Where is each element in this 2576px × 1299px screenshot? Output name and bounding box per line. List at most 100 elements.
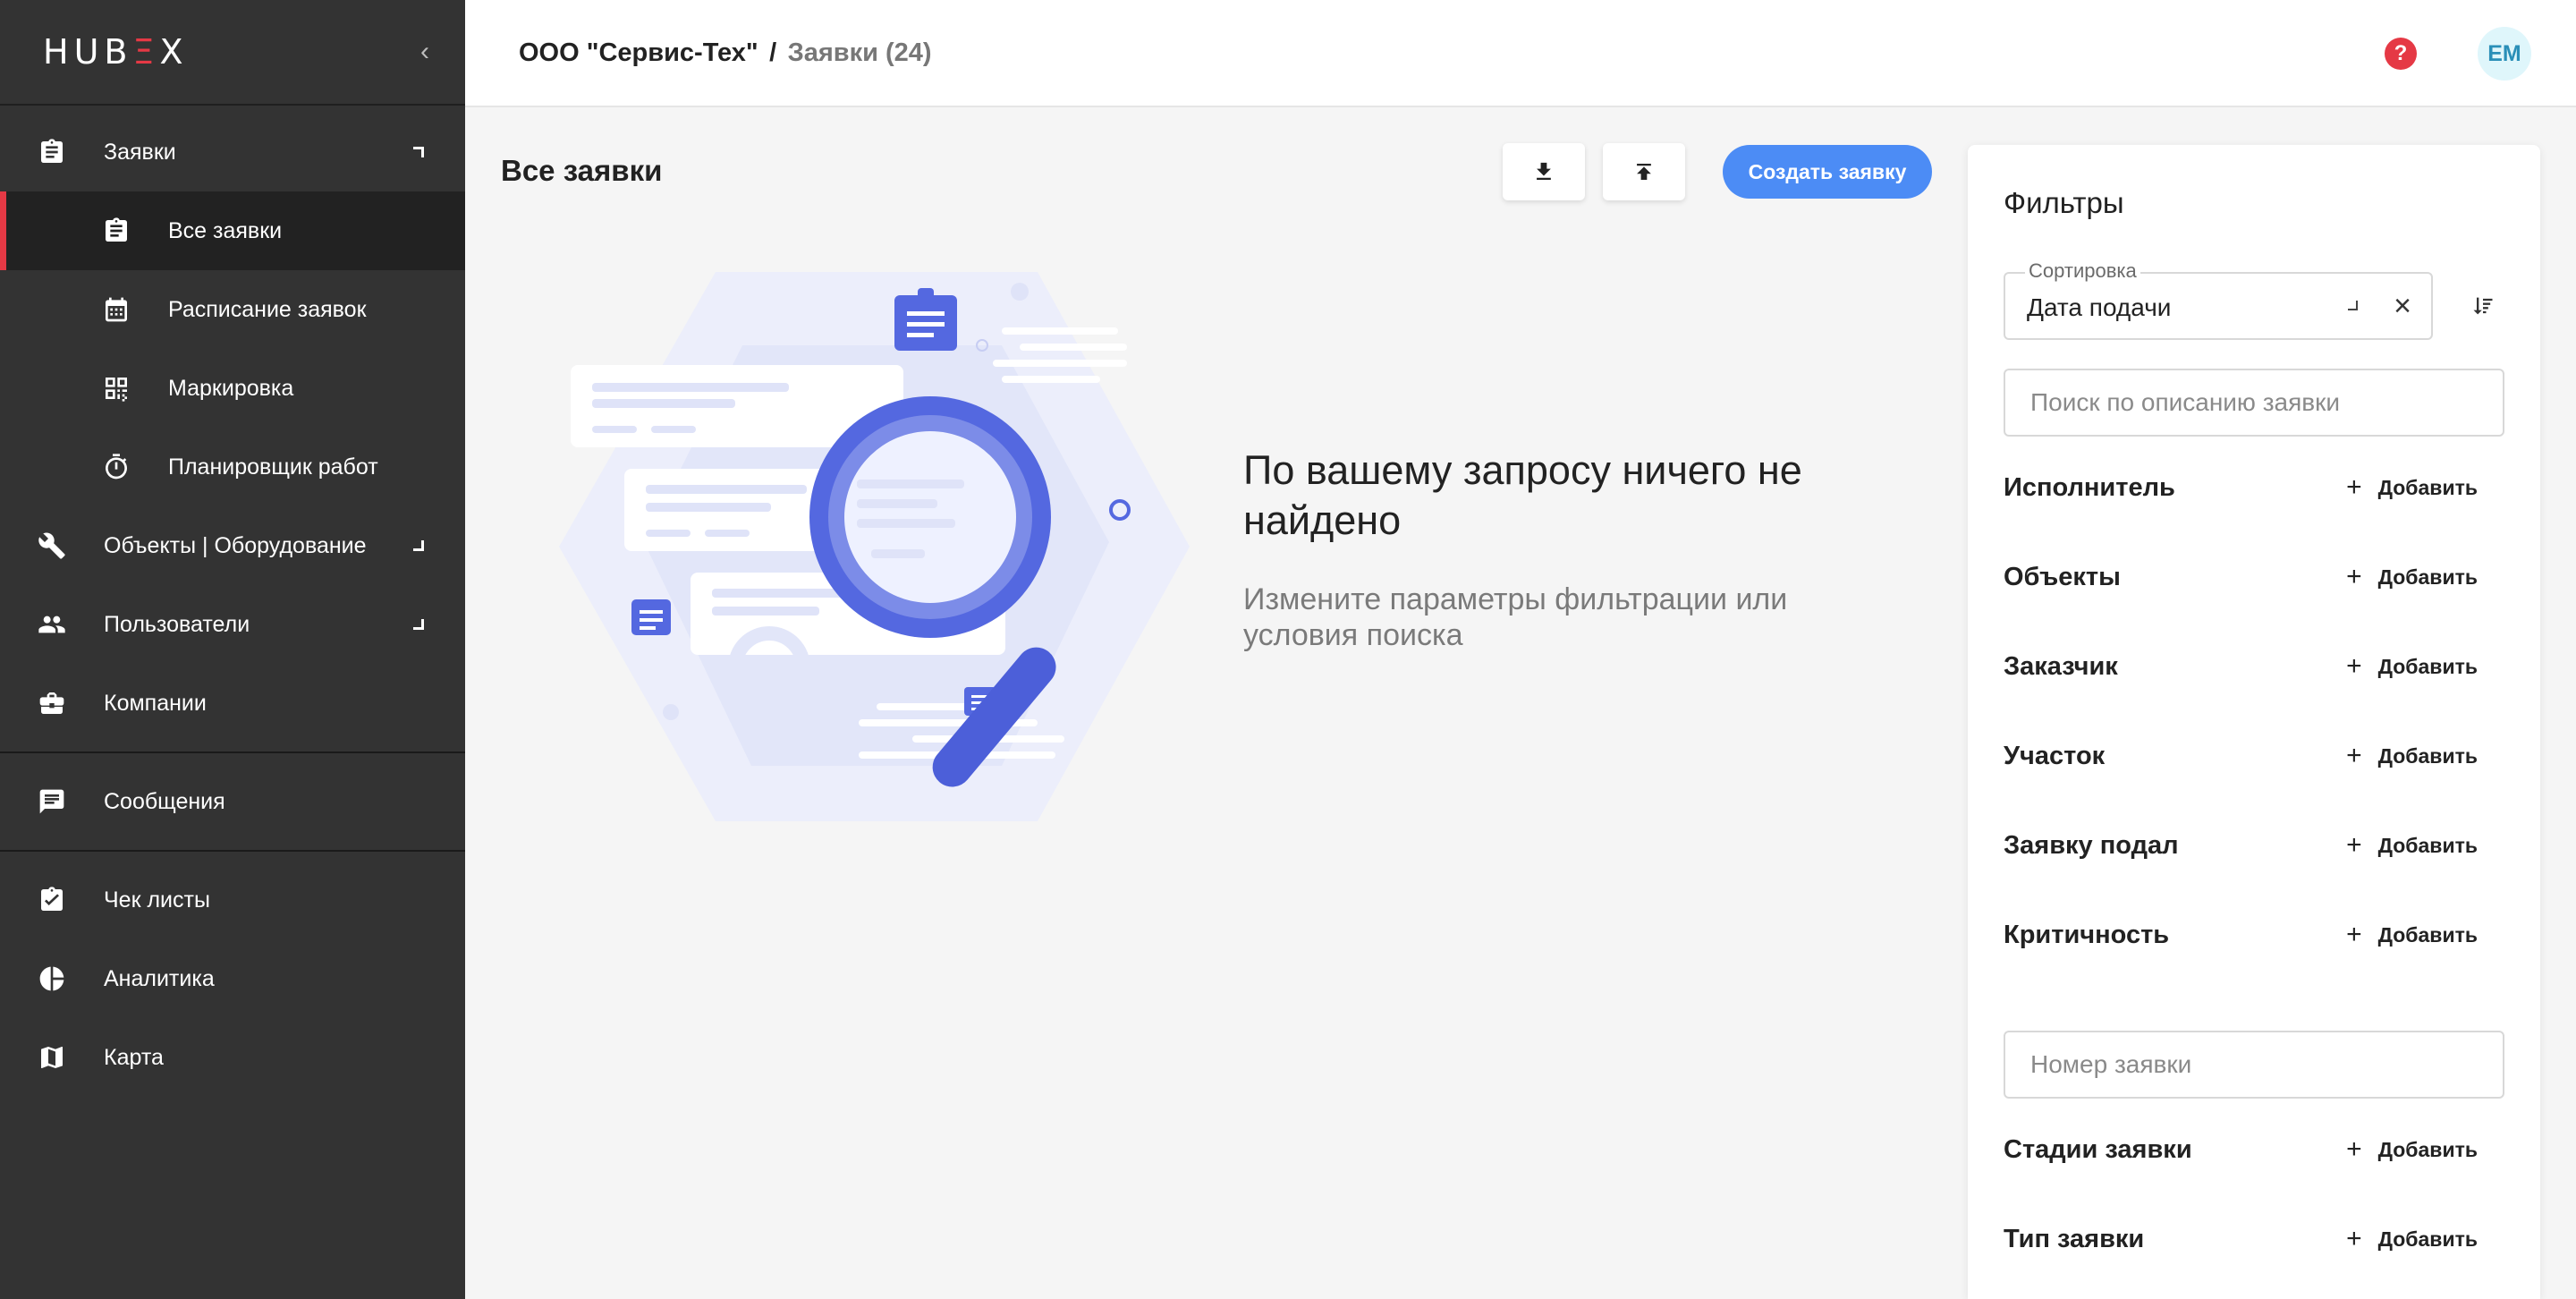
sidebar-item-label: Карта bbox=[104, 1044, 164, 1070]
timer-icon bbox=[100, 451, 132, 483]
help-icon[interactable]: ? bbox=[2385, 38, 2417, 70]
sidebar-divider bbox=[0, 751, 465, 753]
filter-group-submitted-by: Заявку подал + Добавить bbox=[2004, 823, 2504, 868]
plus-icon: + bbox=[2346, 741, 2362, 770]
sidebar-item-all-requests[interactable]: Все заявки bbox=[0, 191, 465, 270]
add-filter-button[interactable]: + Добавить bbox=[2346, 1134, 2478, 1165]
sidebar-item-work-planner[interactable]: Планировщик работ bbox=[0, 428, 465, 506]
sidebar-item-objects-equipment[interactable]: Объекты | Оборудование bbox=[0, 506, 465, 585]
filter-group-objects: Объекты + Добавить bbox=[2004, 555, 2504, 599]
sidebar-item-label: Все заявки bbox=[168, 217, 283, 243]
chevron-down-icon bbox=[413, 540, 424, 551]
filter-group-label: Заказчик bbox=[2004, 651, 2118, 681]
filters-panel: Фильтры Сортировка Дата подачи × Исполни… bbox=[1968, 145, 2540, 1299]
checklist-icon bbox=[36, 884, 68, 916]
sidebar-item-users[interactable]: Пользователи bbox=[0, 585, 465, 664]
sidebar-item-label: Расписание заявок bbox=[168, 296, 367, 322]
sidebar: HUBΞX ‹ Заявки Все заявки Расписание зая… bbox=[0, 0, 465, 1299]
plus-icon: + bbox=[2346, 1134, 2362, 1164]
breadcrumb-section: Заявки (24) bbox=[787, 38, 932, 67]
request-number-input[interactable] bbox=[2004, 1031, 2504, 1099]
pie-chart-icon bbox=[36, 963, 68, 995]
top-header: ООО "Сервис-Тех" / Заявки (24) ? EM bbox=[465, 0, 2576, 107]
create-request-button[interactable]: Создать заявку bbox=[1723, 145, 1932, 199]
download-button[interactable] bbox=[1503, 143, 1585, 200]
sidebar-item-requests[interactable]: Заявки bbox=[0, 113, 465, 191]
chevron-up-icon bbox=[413, 147, 424, 157]
empty-search-illustration bbox=[559, 272, 1190, 821]
collapse-sidebar-button[interactable]: ‹ bbox=[420, 37, 429, 67]
filter-group-stages: Стадии заявки + Добавить bbox=[2004, 1127, 2504, 1172]
sidebar-item-label: Маркировка bbox=[168, 375, 294, 401]
sidebar-item-label: Чек листы bbox=[104, 887, 210, 913]
sidebar-item-schedule[interactable]: Расписание заявок bbox=[0, 270, 465, 349]
sidebar-item-marking[interactable]: Маркировка bbox=[0, 349, 465, 428]
map-icon bbox=[36, 1041, 68, 1074]
sidebar-item-analytics[interactable]: Аналитика bbox=[0, 939, 465, 1018]
users-icon bbox=[36, 608, 68, 641]
sidebar-item-label: Пользователи bbox=[104, 611, 250, 637]
briefcase-icon bbox=[36, 687, 68, 719]
sidebar-item-checklists[interactable]: Чек листы bbox=[0, 861, 465, 939]
avatar[interactable]: EM bbox=[2478, 27, 2531, 81]
sidebar-item-label: Аналитика bbox=[104, 965, 215, 991]
breadcrumb-separator: / bbox=[769, 38, 777, 67]
sidebar-divider bbox=[0, 850, 465, 852]
sidebar-item-label: Компании bbox=[104, 690, 207, 716]
add-filter-button[interactable]: + Добавить bbox=[2346, 562, 2478, 592]
logo-row: HUBΞX ‹ bbox=[0, 0, 465, 106]
page-title: Все заявки bbox=[501, 154, 663, 187]
chat-icon bbox=[36, 785, 68, 818]
sort-order-button[interactable] bbox=[2465, 288, 2501, 324]
add-filter-button[interactable]: + Добавить bbox=[2346, 830, 2478, 861]
sidebar-item-map[interactable]: Карта bbox=[0, 1018, 465, 1097]
breadcrumb-company[interactable]: ООО "Сервис-Тех" bbox=[519, 38, 758, 67]
add-filter-button[interactable]: + Добавить bbox=[2346, 1224, 2478, 1254]
sidebar-item-label: Сообщения bbox=[104, 788, 225, 814]
sort-value: Дата подачи bbox=[2027, 293, 2172, 321]
filter-group-site: Участок + Добавить bbox=[2004, 734, 2504, 778]
filters-title: Фильтры bbox=[2004, 186, 2124, 219]
plus-icon: + bbox=[2346, 1224, 2362, 1253]
filter-group-type: Тип заявки + Добавить bbox=[2004, 1217, 2504, 1261]
add-filter-button[interactable]: + Добавить bbox=[2346, 472, 2478, 503]
sidebar-item-label: Заявки bbox=[104, 139, 176, 165]
upload-button[interactable] bbox=[1603, 143, 1685, 200]
add-filter-button[interactable]: + Добавить bbox=[2346, 651, 2478, 682]
sort-select[interactable]: Сортировка Дата подачи × bbox=[2004, 259, 2433, 340]
close-icon[interactable]: × bbox=[2394, 288, 2411, 324]
sidebar-item-companies[interactable]: Компании bbox=[0, 664, 465, 743]
filter-group-label: Заявку подал bbox=[2004, 830, 2179, 860]
sort-direction-icon bbox=[2473, 297, 2493, 315]
filter-group-label: Стадии заявки bbox=[2004, 1134, 2192, 1164]
clipboard-icon bbox=[100, 215, 132, 247]
download-icon bbox=[1537, 162, 1551, 180]
plus-icon: + bbox=[2346, 920, 2362, 949]
qr-code-icon bbox=[100, 372, 132, 404]
chevron-down-icon bbox=[413, 619, 424, 630]
plus-icon: + bbox=[2346, 472, 2362, 502]
filter-group-customer: Заказчик + Добавить bbox=[2004, 644, 2504, 689]
sort-label: Сортировка bbox=[2025, 259, 2140, 283]
filter-group-label: Критичность bbox=[2004, 920, 2170, 949]
filter-group-label: Участок bbox=[2004, 741, 2106, 770]
clipboard-icon bbox=[36, 136, 68, 168]
filter-group-criticality: Критичность + Добавить bbox=[2004, 913, 2504, 957]
add-filter-button[interactable]: + Добавить bbox=[2346, 920, 2478, 950]
empty-state-subtitle: Измените параметры фильтрации или услови… bbox=[1243, 582, 1788, 652]
filter-group-label: Исполнитель bbox=[2004, 472, 2175, 502]
add-filter-button[interactable]: + Добавить bbox=[2346, 741, 2478, 771]
plus-icon: + bbox=[2346, 830, 2362, 860]
plus-icon: + bbox=[2346, 562, 2362, 591]
upload-icon bbox=[1637, 163, 1651, 180]
filter-group-label: Объекты bbox=[2004, 562, 2121, 591]
empty-state-title: По вашему запросу ничего не найдено bbox=[1243, 447, 1802, 543]
sidebar-item-label: Объекты | Оборудование bbox=[104, 532, 367, 558]
chevron-down-icon[interactable] bbox=[2348, 301, 2358, 310]
breadcrumb: ООО "Сервис-Тех" / Заявки (24) bbox=[519, 38, 932, 68]
wrench-icon bbox=[36, 530, 68, 562]
filter-group-label: Тип заявки bbox=[2004, 1224, 2145, 1253]
hubex-logo[interactable]: HUBΞX bbox=[43, 32, 189, 72]
sidebar-item-messages[interactable]: Сообщения bbox=[0, 762, 465, 841]
description-search-input[interactable] bbox=[2004, 369, 2504, 437]
